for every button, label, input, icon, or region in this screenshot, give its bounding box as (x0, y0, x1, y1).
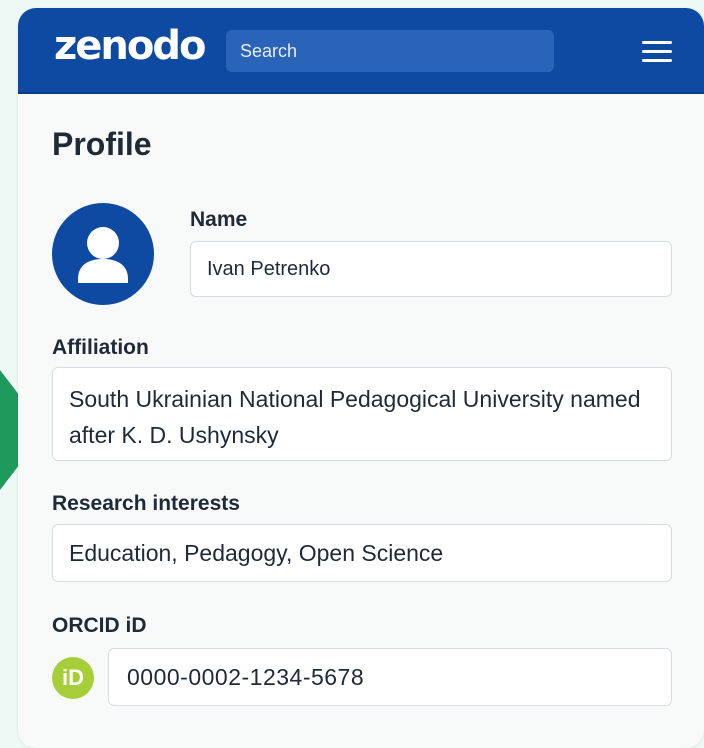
hamburger-menu-icon[interactable] (642, 41, 672, 63)
name-field[interactable]: Ivan Petrenko (190, 241, 672, 297)
orcid-field[interactable]: 0000-0002-1234-5678 (108, 648, 672, 706)
menu-line (642, 50, 672, 53)
orcid-label: ORCID iD (52, 614, 147, 637)
affiliation-label: Affiliation (52, 336, 149, 359)
research-interests-field[interactable]: Education, Pedagogy, Open Science (52, 524, 672, 582)
zenodo-logo[interactable]: zenodo (54, 26, 206, 66)
user-icon (78, 227, 128, 283)
research-interests-label: Research interests (52, 492, 240, 515)
search-input[interactable]: Search (226, 30, 554, 72)
affiliation-field[interactable]: South Ukrainian National Pedagogical Uni… (52, 367, 672, 461)
name-label: Name (190, 208, 248, 231)
orcid-icon: iD (52, 657, 94, 699)
menu-line (642, 59, 672, 62)
profile-card: zenodo Search Profile Name Ivan Petrenko… (18, 8, 704, 748)
menu-line (642, 41, 672, 44)
top-navigation-bar: zenodo Search (18, 8, 704, 94)
page-title: Profile (52, 126, 152, 162)
avatar[interactable] (52, 203, 154, 305)
